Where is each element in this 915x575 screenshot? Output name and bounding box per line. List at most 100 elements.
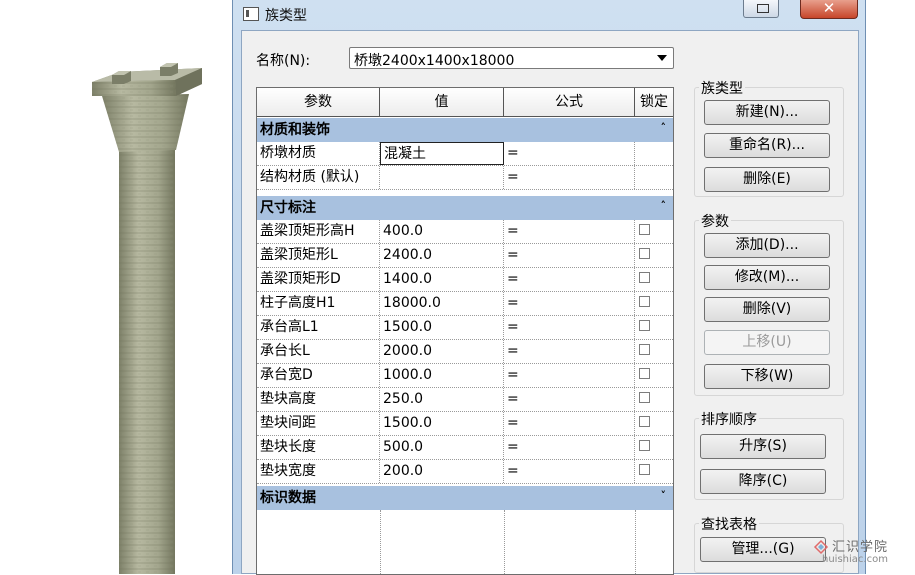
value-cell[interactable]: 1000.0 <box>380 364 504 387</box>
column-header-lock[interactable]: 锁定 <box>635 88 673 117</box>
value-cell[interactable]: 2000.0 <box>380 340 504 363</box>
delete-type-button[interactable]: 删除(E) <box>704 167 830 192</box>
parameter-name: 垫块宽度 <box>257 460 380 483</box>
parameter-name: 承台宽D <box>257 364 380 387</box>
table-row[interactable]: 桥墩材质 混凝土 = <box>257 142 673 166</box>
move-down-button[interactable]: 下移(W) <box>704 364 830 389</box>
table-row[interactable]: 垫块宽度 200.0 = <box>257 460 673 484</box>
restore-button[interactable] <box>743 0 779 18</box>
table-row[interactable]: 盖梁顶矩形L 2400.0 = <box>257 244 673 268</box>
formula-cell[interactable]: = <box>504 220 635 243</box>
table-row[interactable]: 垫块间距 1500.0 = <box>257 412 673 436</box>
lock-checkbox[interactable] <box>639 440 650 451</box>
table-row[interactable]: 盖梁顶矩形D 1400.0 = <box>257 268 673 292</box>
value-cell[interactable]: 500.0 <box>380 436 504 459</box>
name-label: 名称(N): <box>256 53 311 69</box>
add-parameter-button[interactable]: 添加(D)... <box>704 233 830 258</box>
value-cell[interactable]: 200.0 <box>380 460 504 483</box>
remove-parameter-button[interactable]: 删除(V) <box>704 297 830 322</box>
formula-cell[interactable]: = <box>504 166 635 189</box>
collapse-chevron-icon[interactable]: ˄ <box>661 116 667 140</box>
formula-cell[interactable]: = <box>504 388 635 411</box>
column-header-parameter[interactable]: 参数 <box>257 88 380 117</box>
lock-cell <box>635 340 673 363</box>
formula-cell[interactable]: = <box>504 268 635 291</box>
dialog-title: 族类型 <box>265 8 307 24</box>
parameter-name: 盖梁顶矩形D <box>257 268 380 291</box>
new-type-button[interactable]: 新建(N)... <box>704 100 830 125</box>
collapse-chevron-icon[interactable]: ˄ <box>661 194 667 218</box>
grid-line <box>504 510 505 574</box>
value-cell[interactable]: 250.0 <box>380 388 504 411</box>
formula-cell[interactable]: = <box>504 436 635 459</box>
formula-cell[interactable]: = <box>504 316 635 339</box>
formula-cell[interactable]: = <box>504 364 635 387</box>
lock-checkbox[interactable] <box>639 392 650 403</box>
value-cell[interactable]: 18000.0 <box>380 292 504 315</box>
value-cell[interactable]: 1500.0 <box>380 412 504 435</box>
manage-lookup-button[interactable]: 管理...(G) <box>700 537 826 562</box>
window-icon <box>243 7 259 21</box>
formula-cell[interactable]: = <box>504 460 635 483</box>
table-row[interactable]: 垫块长度 500.0 = <box>257 436 673 460</box>
lock-cell <box>635 436 673 459</box>
sort-descending-button[interactable]: 降序(C) <box>700 469 826 494</box>
group-title: 尺寸标注 <box>260 200 316 216</box>
value-cell[interactable]: 1400.0 <box>380 268 504 291</box>
sort-ascending-button[interactable]: 升序(S) <box>700 434 826 459</box>
column-header-value[interactable]: 值 <box>380 88 504 117</box>
value-cell[interactable]: 400.0 <box>380 220 504 243</box>
lock-checkbox[interactable] <box>639 272 650 283</box>
formula-cell[interactable]: = <box>504 244 635 267</box>
rename-type-button[interactable]: 重命名(R)... <box>704 133 830 158</box>
group-header-materials[interactable]: 材质和装饰 ˄ <box>257 118 673 142</box>
group-header-identity-data[interactable]: 标识数据 ˅ <box>257 486 673 510</box>
title-bar[interactable]: 族类型 ✕ <box>233 0 865 28</box>
value-cell[interactable]: 1500.0 <box>380 316 504 339</box>
move-up-button[interactable]: 上移(U) <box>704 330 830 355</box>
chevron-down-icon[interactable] <box>657 55 667 61</box>
table-row[interactable]: 结构材质 (默认) = <box>257 166 673 190</box>
lock-cell <box>635 142 673 165</box>
lock-checkbox[interactable] <box>639 320 650 331</box>
table-row[interactable]: 垫块高度 250.0 = <box>257 388 673 412</box>
value-cell[interactable]: 2400.0 <box>380 244 504 267</box>
formula-cell[interactable]: = <box>504 292 635 315</box>
formula-cell[interactable]: = <box>504 412 635 435</box>
type-name-select[interactable]: 桥墩2400x1400x18000 <box>349 47 674 69</box>
parameter-name: 盖梁顶矩形L <box>257 244 380 267</box>
type-name-value: 桥墩2400x1400x18000 <box>354 53 515 69</box>
lock-checkbox[interactable] <box>639 416 650 427</box>
lookup-tables-legend: 查找表格 <box>699 514 759 534</box>
parameter-name: 承台高L1 <box>257 316 380 339</box>
watermark: 汇识学院 huishiac.com <box>812 534 915 574</box>
parameter-name: 垫块间距 <box>257 412 380 435</box>
lock-checkbox[interactable] <box>639 296 650 307</box>
expand-chevron-icon[interactable]: ˅ <box>661 484 667 508</box>
column-header-formula[interactable]: 公式 <box>504 88 635 117</box>
family-types-legend: 族类型 <box>699 78 745 98</box>
lock-checkbox[interactable] <box>639 464 650 475</box>
lock-checkbox[interactable] <box>639 368 650 379</box>
table-row[interactable]: 盖梁顶矩形高H 400.0 = <box>257 220 673 244</box>
group-header-dimensions[interactable]: 尺寸标注 ˄ <box>257 196 673 220</box>
table-row[interactable]: 承台宽D 1000.0 = <box>257 364 673 388</box>
sort-order-legend: 排序顺序 <box>699 409 759 429</box>
lock-checkbox[interactable] <box>639 224 650 235</box>
close-button[interactable]: ✕ <box>800 0 858 19</box>
table-row[interactable]: 柱子高度H1 18000.0 = <box>257 292 673 316</box>
table-row[interactable]: 承台长L 2000.0 = <box>257 340 673 364</box>
lock-cell <box>635 460 673 483</box>
table-row[interactable]: 承台高L1 1500.0 = <box>257 316 673 340</box>
parameter-name: 垫块长度 <box>257 436 380 459</box>
modify-parameter-button[interactable]: 修改(M)... <box>704 265 830 290</box>
value-cell[interactable] <box>380 166 504 189</box>
formula-cell[interactable]: = <box>504 142 635 165</box>
lock-checkbox[interactable] <box>639 248 650 259</box>
value-input[interactable]: 混凝土 <box>380 142 504 165</box>
watermark-text: 汇识学院 <box>832 540 889 555</box>
watermark-url: huishiac.com <box>822 554 888 565</box>
formula-cell[interactable]: = <box>504 340 635 363</box>
lock-checkbox[interactable] <box>639 344 650 355</box>
3d-viewport[interactable] <box>0 0 232 574</box>
